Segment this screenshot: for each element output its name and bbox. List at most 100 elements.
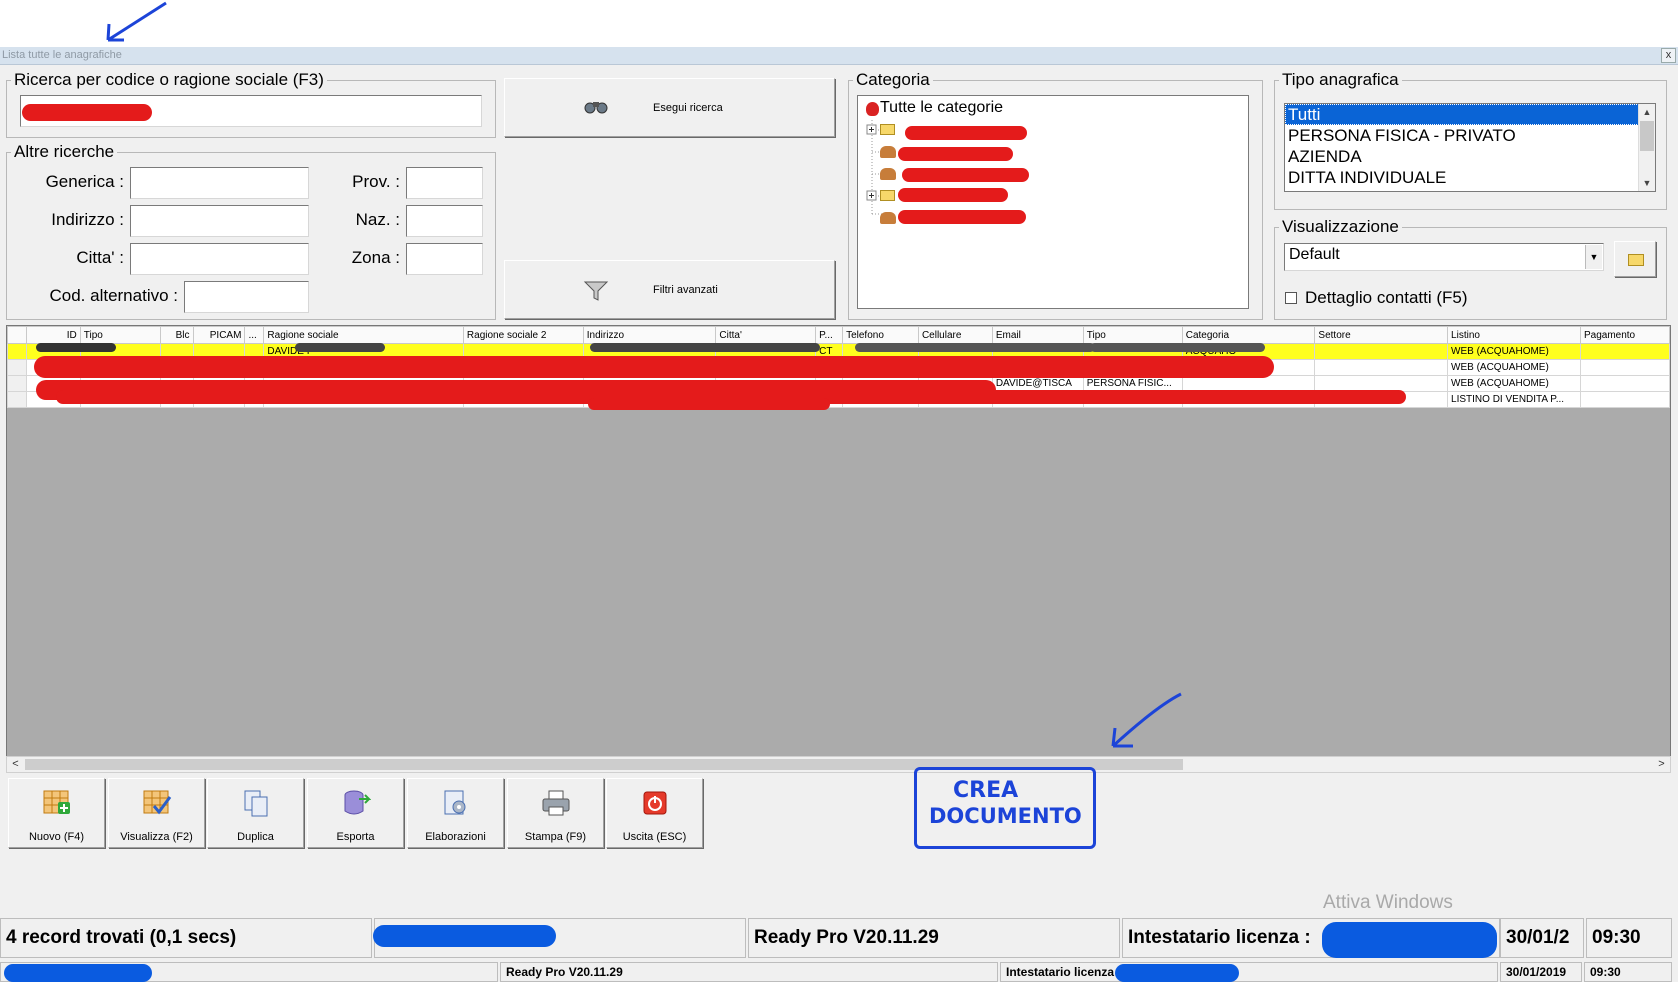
uscita-button[interactable]: Uscita (ESC) bbox=[606, 778, 703, 848]
users-icon bbox=[880, 146, 896, 158]
chevron-down-icon[interactable]: ▼ bbox=[1585, 245, 1602, 269]
col-header[interactable]: Listino bbox=[1447, 326, 1581, 344]
redaction bbox=[34, 356, 1274, 378]
redaction bbox=[590, 343, 820, 352]
database-export-icon bbox=[344, 790, 371, 815]
categoria-legend: Categoria bbox=[856, 70, 930, 89]
printer-icon bbox=[542, 790, 570, 816]
elaborazioni-label: Elaborazioni bbox=[425, 831, 486, 843]
redaction bbox=[898, 147, 1013, 161]
col-header[interactable]: Blc bbox=[159, 326, 194, 344]
col-header[interactable]: Pagamento bbox=[1579, 326, 1670, 344]
citta-input[interactable] bbox=[130, 243, 309, 275]
tipo-anagrafica-list[interactable]: Tutti PERSONA FISICA - PRIVATO AZIENDA D… bbox=[1284, 103, 1656, 192]
col-header[interactable]: PICAM bbox=[192, 326, 246, 344]
processing-gear-icon bbox=[444, 790, 466, 815]
zona-input[interactable] bbox=[406, 243, 483, 275]
other-search-legend: Altre ricerche bbox=[14, 142, 115, 161]
generica-input[interactable] bbox=[130, 167, 309, 199]
col-header[interactable]: Indirizzo bbox=[582, 326, 717, 344]
status-records: 4 record trovati (0,1 secs) bbox=[0, 918, 372, 958]
folder-icon bbox=[880, 124, 895, 135]
col-header[interactable]: Telefono bbox=[842, 326, 919, 344]
esegui-ricerca-label: Esegui ricerca bbox=[653, 101, 723, 114]
nuovo-label: Nuovo (F4) bbox=[28, 831, 85, 843]
grid-horizontal-scrollbar[interactable]: < > bbox=[6, 756, 1671, 773]
scroll-down-icon[interactable]: ▼ bbox=[1639, 175, 1655, 191]
tipo-item-azienda[interactable]: AZIENDA bbox=[1285, 146, 1655, 167]
filtri-avanzati-button[interactable]: Filtri avanzati bbox=[504, 260, 835, 319]
nuovo-button[interactable]: Nuovo (F4) bbox=[8, 778, 105, 848]
folder-icon bbox=[1628, 254, 1644, 266]
tipo-item-persona-fisica[interactable]: PERSONA FISICA - PRIVATO bbox=[1285, 125, 1655, 146]
stampa-label: Stampa (F9) bbox=[524, 831, 587, 843]
redaction bbox=[1322, 922, 1497, 958]
col-header[interactable]: Categoria bbox=[1181, 326, 1316, 344]
cod-alternativo-input[interactable] bbox=[184, 281, 309, 313]
visualizzazione-select[interactable]: Default ▼ bbox=[1284, 243, 1604, 271]
visualizzazione-legend: Visualizzazione bbox=[1282, 217, 1399, 236]
prov-label: Prov. : bbox=[352, 172, 400, 191]
indirizzo-input[interactable] bbox=[130, 205, 309, 237]
visualizza-button[interactable]: Visualizza (F2) bbox=[108, 778, 205, 848]
citta-label: Citta' : bbox=[76, 248, 124, 267]
col-header[interactable]: Settore bbox=[1314, 326, 1449, 344]
status-small-version: Ready Pro V20.11.29 bbox=[500, 962, 998, 982]
status-date: 30/01/2 bbox=[1500, 918, 1584, 958]
binoculars-icon bbox=[584, 102, 608, 114]
power-exit-icon bbox=[643, 791, 667, 815]
scroll-up-icon[interactable]: ▲ bbox=[1639, 104, 1655, 120]
naz-input[interactable] bbox=[406, 205, 483, 237]
col-header[interactable]: Tipo bbox=[79, 326, 161, 344]
annotation-text: DOCUMENTO bbox=[929, 804, 1082, 828]
close-button[interactable]: x bbox=[1661, 48, 1676, 63]
redaction bbox=[4, 964, 152, 982]
filtri-avanzati-label: Filtri avanzati bbox=[653, 283, 718, 296]
tipo-item-ditta-individuale[interactable]: DITTA INDIVIDUALE bbox=[1285, 167, 1655, 188]
users-icon bbox=[880, 212, 896, 224]
scroll-thumb[interactable] bbox=[1640, 121, 1654, 151]
search-legend: Ricerca per codice o ragione sociale (F3… bbox=[14, 70, 324, 89]
scroll-left-icon[interactable]: < bbox=[7, 757, 24, 772]
col-header[interactable]: Cellulare bbox=[917, 326, 993, 344]
esporta-button[interactable]: Esporta bbox=[307, 778, 404, 848]
generica-label: Generica : bbox=[45, 172, 124, 191]
annotation-arrow-bottom bbox=[1111, 692, 1182, 748]
open-folder-button[interactable] bbox=[1614, 241, 1656, 277]
redaction bbox=[22, 104, 152, 121]
view-record-icon bbox=[143, 790, 172, 815]
duplica-button[interactable]: Duplica bbox=[207, 778, 304, 848]
new-record-icon bbox=[43, 790, 70, 814]
status-small-time: 09:30 bbox=[1584, 962, 1672, 982]
col-header[interactable]: Ragione sociale bbox=[263, 326, 464, 344]
uscita-label: Uscita (ESC) bbox=[622, 831, 687, 843]
folder-icon bbox=[880, 190, 895, 201]
redaction bbox=[905, 126, 1027, 140]
zona-label: Zona : bbox=[351, 248, 400, 267]
scroll-right-icon[interactable]: > bbox=[1653, 757, 1670, 772]
tipo-item-tutti[interactable]: Tutti bbox=[1285, 104, 1655, 125]
col-header[interactable]: Email bbox=[991, 326, 1084, 344]
dettaglio-contatti-checkbox[interactable] bbox=[1285, 292, 1297, 304]
tree-root[interactable]: Tutte le categorie bbox=[880, 99, 1003, 117]
redaction bbox=[855, 343, 1095, 352]
col-header[interactable]: Citta' bbox=[715, 326, 817, 344]
window-title: Lista tutte le anagrafiche bbox=[2, 49, 122, 61]
col-header[interactable]: ... bbox=[244, 326, 265, 344]
esegui-ricerca-button[interactable]: Esegui ricerca bbox=[504, 78, 835, 137]
prov-input[interactable] bbox=[406, 167, 483, 199]
annotation-text: CREA bbox=[953, 778, 1019, 803]
col-header[interactable]: Tipo bbox=[1082, 326, 1183, 344]
col-header[interactable]: ID bbox=[25, 326, 81, 344]
col-header[interactable]: P... bbox=[815, 326, 844, 344]
cod-alternativo-label: Cod. alternativo : bbox=[49, 286, 178, 305]
stampa-button[interactable]: Stampa (F9) bbox=[507, 778, 604, 848]
esporta-label: Esporta bbox=[336, 831, 375, 843]
status-small-date: 30/01/2019 bbox=[1500, 962, 1582, 982]
redaction bbox=[1090, 343, 1265, 352]
col-header[interactable]: Ragione sociale 2 bbox=[462, 326, 584, 344]
grid-header: ID Tipo Blc PICAM ... Ragione sociale Ra… bbox=[7, 326, 1670, 344]
status-time: 09:30 bbox=[1586, 918, 1672, 958]
tipo-list-scrollbar[interactable]: ▲ ▼ bbox=[1638, 104, 1655, 191]
elaborazioni-button[interactable]: Elaborazioni bbox=[407, 778, 504, 848]
